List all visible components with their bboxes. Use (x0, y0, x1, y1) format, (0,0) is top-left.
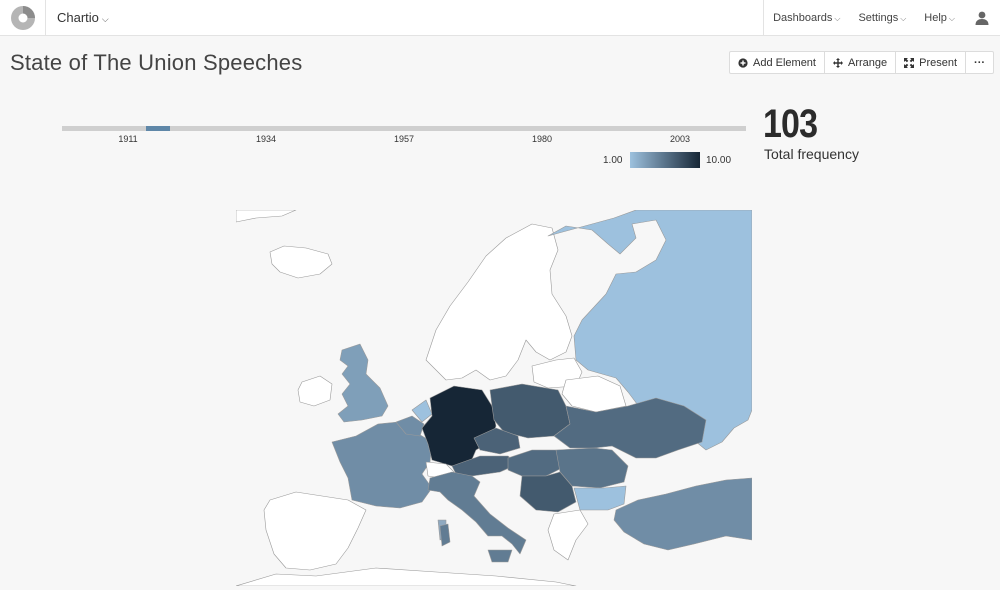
nav-help[interactable]: Help ⌵ (915, 0, 964, 36)
legend-min-label: 1.00 (603, 155, 623, 166)
country-belarus[interactable] (561, 375, 627, 413)
total-frequency-label: Total frequency (764, 146, 859, 162)
move-arrows-icon (832, 57, 843, 68)
country-greenland[interactable] (236, 210, 297, 223)
chevron-down-icon: ⌵ (101, 14, 109, 24)
timeline-tick-label: 1911 (118, 134, 138, 144)
chevron-down-icon: ⌵ (948, 14, 955, 23)
country-scandinavia[interactable] (425, 223, 573, 381)
timeline-tick-label: 2003 (669, 134, 691, 144)
nav-settings[interactable]: Settings ⌵ (849, 0, 915, 36)
user-menu-button[interactable] (964, 0, 1000, 36)
dashboard-toolbar: Add Element Arrange Present ··· (729, 51, 995, 74)
timeline-tick-label: 1934 (255, 134, 277, 144)
country-iceland[interactable] (269, 245, 333, 279)
more-options-button[interactable]: ··· (966, 52, 993, 73)
total-frequency-value: 103 (763, 102, 818, 146)
country-iberia[interactable] (263, 491, 367, 571)
nav-help-label: Help (924, 12, 947, 24)
country-sicily[interactable] (487, 549, 513, 563)
user-icon (975, 11, 989, 25)
legend-gradient (630, 152, 700, 168)
present-button[interactable]: Present (896, 52, 967, 73)
chevron-down-icon: ⌵ (900, 14, 907, 23)
chartio-logo-icon (10, 6, 35, 30)
add-element-label: Add Element (753, 56, 816, 69)
present-label: Present (919, 56, 958, 69)
nav-settings-label: Settings (858, 12, 899, 24)
page-title: State of The Union Speeches (10, 50, 303, 75)
expand-icon (904, 57, 915, 68)
main-nav: Dashboards ⌵ Settings ⌵ Help ⌵ (763, 0, 1000, 36)
chevron-down-icon: ⌵ (834, 14, 841, 23)
timeline-slider[interactable] (62, 126, 746, 131)
more-options-icon: ··· (974, 56, 986, 69)
country-germany[interactable] (421, 385, 497, 467)
arrange-button[interactable]: Arrange (825, 52, 897, 73)
timeline-tick-label: 1957 (393, 134, 415, 144)
add-element-button[interactable]: Add Element (730, 52, 825, 73)
arrange-label: Arrange (847, 56, 888, 69)
timeline-selected-range[interactable] (146, 126, 170, 131)
nav-dashboards[interactable]: Dashboards ⌵ (764, 0, 849, 36)
app-switcher[interactable]: Chartio ⌵ (57, 10, 109, 25)
nav-dashboards-label: Dashboards (773, 12, 833, 24)
country-greece[interactable] (547, 509, 589, 561)
legend-max-label: 10.00 (706, 155, 732, 166)
chartio-logo[interactable] (0, 0, 46, 36)
top-nav-bar: Chartio ⌵ Dashboards ⌵ Settings ⌵ Help ⌵ (0, 0, 1000, 36)
europe-choropleth-map[interactable] (236, 210, 752, 586)
country-sardinia[interactable] (439, 523, 451, 547)
country-north-africa[interactable] (236, 567, 577, 586)
country-turkey[interactable] (613, 477, 752, 551)
country-ireland[interactable] (297, 375, 333, 407)
timeline-tick-label: 1980 (531, 134, 553, 144)
country-united-kingdom[interactable] (337, 343, 389, 423)
plus-circle-icon (738, 57, 748, 68)
app-name-label: Chartio (57, 10, 99, 25)
country-bulgaria[interactable] (573, 485, 627, 511)
